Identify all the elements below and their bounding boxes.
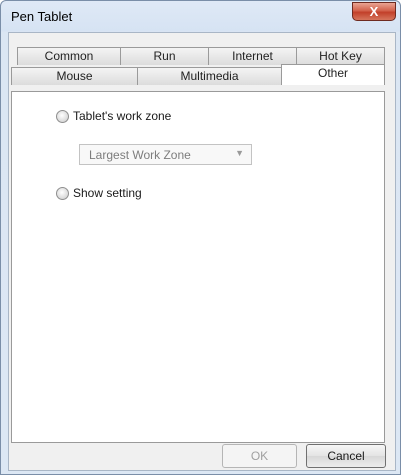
show-setting-radio[interactable]	[56, 187, 69, 200]
work-zone-select-value: Largest Work Zone	[89, 148, 191, 162]
tab-common[interactable]: Common	[17, 47, 121, 65]
tab-hot-key[interactable]: Hot Key	[296, 47, 385, 65]
window-title: Pen Tablet	[11, 9, 73, 24]
tab-internet[interactable]: Internet	[208, 47, 297, 65]
title-bar: Pen Tablet X	[1, 1, 400, 31]
tab-other[interactable]: Other	[281, 64, 385, 85]
work-zone-radio[interactable]	[56, 110, 69, 123]
close-icon: X	[369, 4, 379, 19]
tab-run[interactable]: Run	[120, 47, 209, 65]
tab-multimedia[interactable]: Multimedia	[137, 67, 282, 85]
tab-mouse[interactable]: Mouse	[11, 67, 138, 85]
ok-button[interactable]: OK	[222, 444, 297, 468]
work-zone-label: Tablet's work zone	[73, 109, 172, 123]
cancel-button[interactable]: Cancel	[306, 444, 386, 468]
show-setting-label: Show setting	[73, 186, 142, 200]
chevron-down-icon: ▼	[235, 148, 244, 158]
close-button[interactable]: X	[352, 2, 396, 21]
work-zone-select[interactable]: Largest Work Zone ▼	[79, 144, 252, 165]
